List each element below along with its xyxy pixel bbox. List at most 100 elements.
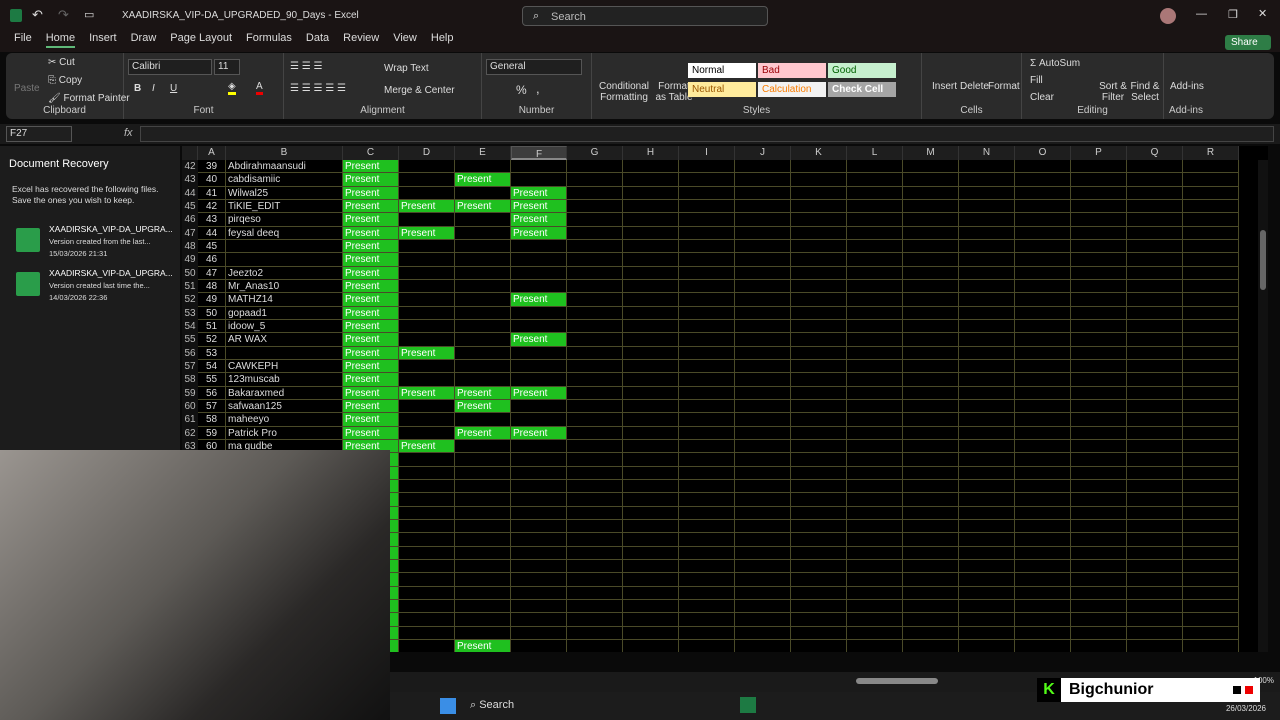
comma-button[interactable]: , bbox=[536, 81, 540, 96]
cell-empty[interactable] bbox=[1183, 160, 1239, 174]
cell-empty[interactable] bbox=[1127, 333, 1183, 347]
cell-empty[interactable] bbox=[791, 346, 847, 360]
cell-empty[interactable] bbox=[847, 319, 903, 334]
cell[interactable] bbox=[679, 506, 735, 520]
cell-c[interactable]: Present bbox=[343, 386, 399, 400]
cell[interactable] bbox=[1071, 613, 1127, 627]
cell-b[interactable]: MATHZ14 bbox=[226, 293, 343, 307]
cell-d[interactable] bbox=[399, 253, 455, 267]
cell[interactable] bbox=[735, 479, 791, 494]
cell-empty[interactable] bbox=[1127, 279, 1183, 294]
cell[interactable] bbox=[679, 573, 735, 587]
vertical-scrollbar[interactable] bbox=[1258, 160, 1268, 652]
cell-empty[interactable] bbox=[1183, 253, 1239, 267]
cell-empty[interactable] bbox=[903, 213, 959, 227]
cell-empty[interactable] bbox=[959, 386, 1015, 400]
underline-button[interactable]: U bbox=[170, 83, 177, 94]
cell-empty[interactable] bbox=[791, 253, 847, 267]
cell-b[interactable]: TiKIE_EDIT bbox=[226, 199, 343, 214]
share-button[interactable]: Share bbox=[1225, 35, 1271, 50]
excel-taskbar-icon[interactable] bbox=[740, 697, 756, 713]
column-header-l[interactable]: L bbox=[847, 146, 903, 160]
cell-empty[interactable] bbox=[847, 413, 903, 427]
cell-empty[interactable] bbox=[679, 373, 735, 387]
font-size-select[interactable]: 11 bbox=[214, 59, 240, 75]
cell[interactable] bbox=[903, 519, 959, 534]
cell-empty[interactable] bbox=[1015, 319, 1071, 334]
cell[interactable] bbox=[791, 613, 847, 627]
cell-f[interactable] bbox=[511, 439, 567, 454]
cell-empty[interactable] bbox=[847, 186, 903, 200]
cell[interactable] bbox=[455, 626, 511, 640]
cell[interactable] bbox=[791, 453, 847, 467]
cell[interactable] bbox=[623, 453, 679, 467]
cell-empty[interactable] bbox=[791, 266, 847, 280]
cell-empty[interactable] bbox=[903, 199, 959, 214]
cell[interactable] bbox=[1127, 479, 1183, 494]
cell-empty[interactable] bbox=[1015, 173, 1071, 187]
tab-data[interactable]: Data bbox=[306, 32, 329, 44]
cell[interactable] bbox=[623, 479, 679, 494]
cell-e[interactable] bbox=[455, 319, 511, 334]
cell-empty[interactable] bbox=[1127, 173, 1183, 187]
cell[interactable] bbox=[623, 639, 679, 652]
cell-empty[interactable] bbox=[735, 413, 791, 427]
row-header[interactable]: 48 bbox=[182, 239, 198, 254]
cell[interactable] bbox=[567, 639, 623, 652]
cell[interactable] bbox=[1183, 493, 1239, 507]
row-header[interactable]: 49 bbox=[182, 253, 198, 267]
cell-d[interactable] bbox=[399, 413, 455, 427]
cell-empty[interactable] bbox=[1071, 239, 1127, 254]
cell[interactable] bbox=[903, 626, 959, 640]
cell[interactable] bbox=[959, 573, 1015, 587]
cell[interactable] bbox=[959, 626, 1015, 640]
cell-empty[interactable] bbox=[623, 173, 679, 187]
cell-empty[interactable] bbox=[1127, 413, 1183, 427]
cell[interactable] bbox=[511, 626, 567, 640]
cell-e[interactable] bbox=[455, 413, 511, 427]
redo-icon[interactable]: ↷ bbox=[58, 7, 69, 23]
cell-empty[interactable] bbox=[567, 266, 623, 280]
cell-d[interactable]: Present bbox=[399, 199, 455, 214]
cell[interactable] bbox=[623, 586, 679, 600]
cell-empty[interactable] bbox=[959, 239, 1015, 254]
tab-file[interactable]: File bbox=[14, 32, 32, 44]
column-header-k[interactable]: K bbox=[791, 146, 847, 160]
cell-f[interactable]: Present bbox=[511, 333, 567, 347]
cell[interactable] bbox=[1015, 506, 1071, 520]
cell[interactable] bbox=[511, 599, 567, 614]
cell-empty[interactable] bbox=[1015, 306, 1071, 320]
cell-a[interactable]: 41 bbox=[198, 186, 226, 200]
find-select-button[interactable]: Find & Select bbox=[1128, 81, 1162, 103]
cell-empty[interactable] bbox=[735, 186, 791, 200]
column-header-i[interactable]: I bbox=[679, 146, 735, 160]
cell[interactable] bbox=[567, 546, 623, 560]
cell[interactable] bbox=[679, 546, 735, 560]
cell[interactable] bbox=[399, 453, 455, 467]
cell-empty[interactable] bbox=[623, 373, 679, 387]
cell[interactable] bbox=[679, 613, 735, 627]
insert-function-button[interactable]: fx bbox=[124, 127, 133, 139]
cell[interactable] bbox=[791, 466, 847, 480]
style-normal[interactable]: Normal bbox=[688, 63, 756, 78]
cell-empty[interactable] bbox=[679, 160, 735, 174]
cell[interactable] bbox=[791, 573, 847, 587]
cell-empty[interactable] bbox=[847, 386, 903, 400]
cell[interactable] bbox=[511, 453, 567, 467]
cell[interactable] bbox=[847, 519, 903, 534]
cell-a[interactable]: 49 bbox=[198, 293, 226, 307]
cell-empty[interactable] bbox=[1127, 359, 1183, 374]
cell-empty[interactable] bbox=[847, 253, 903, 267]
cell[interactable] bbox=[679, 519, 735, 534]
cell[interactable] bbox=[511, 533, 567, 547]
tab-draw[interactable]: Draw bbox=[131, 32, 157, 44]
cell-f[interactable]: Present bbox=[511, 186, 567, 200]
cell[interactable] bbox=[399, 546, 455, 560]
cell[interactable] bbox=[455, 453, 511, 467]
cell-empty[interactable] bbox=[735, 279, 791, 294]
cell-empty[interactable] bbox=[623, 199, 679, 214]
cell-empty[interactable] bbox=[847, 399, 903, 414]
cell[interactable] bbox=[1015, 586, 1071, 600]
cell-d[interactable] bbox=[399, 239, 455, 254]
font-name-select[interactable]: Calibri bbox=[128, 59, 212, 75]
